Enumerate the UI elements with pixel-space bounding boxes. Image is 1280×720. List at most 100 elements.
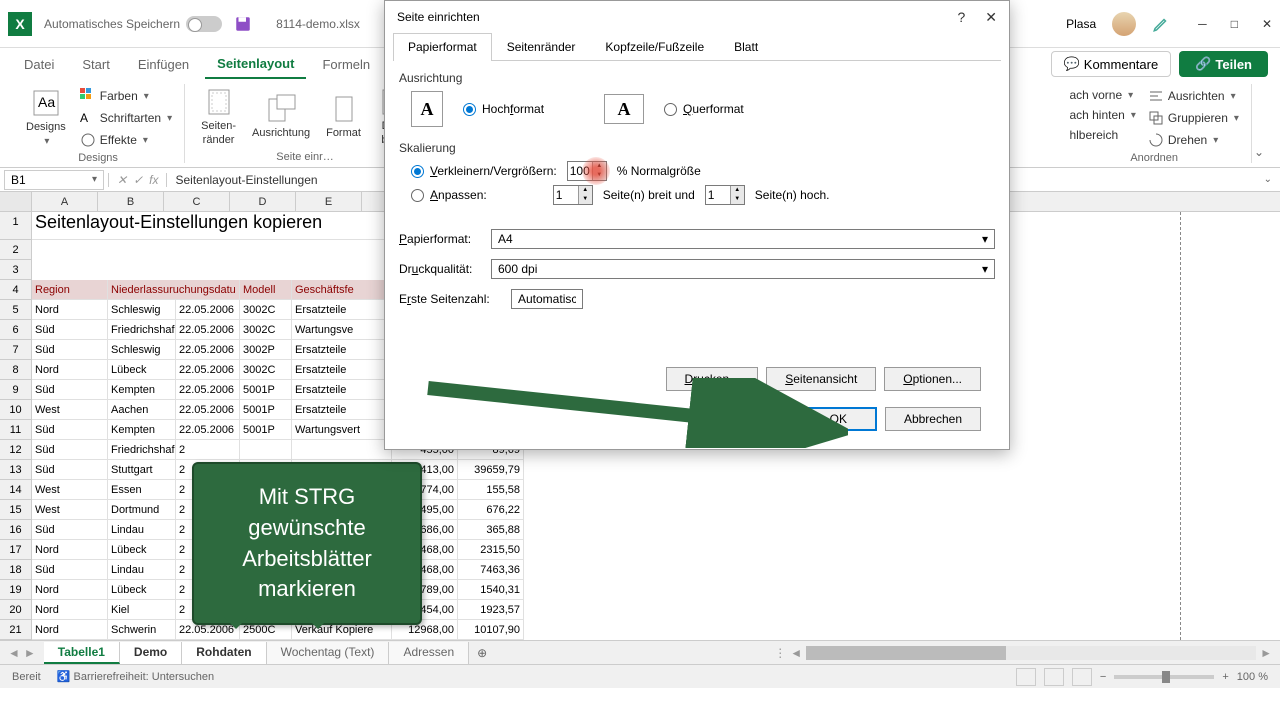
column-header[interactable]: E: [296, 192, 362, 211]
table-cell[interactable]: Süd: [32, 460, 108, 480]
fit-height-spinner[interactable]: 1▲▼: [705, 185, 745, 205]
title-cell[interactable]: Seitenlayout-Einstellungen kopieren: [32, 212, 394, 240]
row-header[interactable]: 21: [0, 620, 32, 640]
table-cell[interactable]: Süd: [32, 320, 108, 340]
table-header-cell[interactable]: Geschäftsfe: [292, 280, 392, 300]
sheet-tab[interactable]: Tabelle1: [44, 642, 120, 664]
table-cell[interactable]: [292, 440, 392, 460]
sheet-tab[interactable]: Adressen: [389, 642, 469, 664]
selection-pane-button[interactable]: hlbereich: [1065, 126, 1139, 144]
row-header[interactable]: 8: [0, 360, 32, 380]
orientation-button[interactable]: Ausrichtung: [246, 84, 316, 149]
avatar[interactable]: [1112, 12, 1136, 36]
autosave-toggle[interactable]: Automatisches Speichern: [44, 16, 222, 32]
table-cell[interactable]: 5001P: [240, 380, 292, 400]
table-cell[interactable]: Schwerin: [108, 620, 176, 640]
table-cell[interactable]: Lübeck: [108, 360, 176, 380]
scale-zoom-radio[interactable]: Verkleinern/Vergrößern:: [411, 164, 557, 178]
table-cell[interactable]: Süd: [32, 440, 108, 460]
zoom-in-button[interactable]: +: [1222, 671, 1228, 683]
ribbon-tab-datei[interactable]: Datei: [12, 51, 66, 78]
dialog-tab[interactable]: Seitenränder: [492, 33, 591, 60]
table-cell[interactable]: Lindau: [108, 520, 176, 540]
table-cell[interactable]: Nord: [32, 360, 108, 380]
options-button[interactable]: Optionen...: [884, 367, 981, 391]
close-icon[interactable]: ✕: [1262, 17, 1272, 31]
table-cell[interactable]: Ersatzteile: [292, 360, 392, 380]
sheet-nav[interactable]: ◄►: [0, 646, 44, 660]
margins-button[interactable]: Seiten- ränder: [195, 84, 242, 149]
table-cell[interactable]: 676,22: [458, 500, 524, 520]
table-cell[interactable]: 5001P: [240, 400, 292, 420]
row-header[interactable]: 16: [0, 520, 32, 540]
table-cell[interactable]: 22.05.2006: [176, 420, 240, 440]
row-header[interactable]: 12: [0, 440, 32, 460]
zoom-slider[interactable]: [1114, 675, 1214, 679]
table-cell[interactable]: 2: [176, 440, 240, 460]
fonts-button[interactable]: ASchriftarten▾: [76, 108, 176, 128]
scale-percent-spinner[interactable]: 100 ▲▼: [567, 161, 607, 181]
table-cell[interactable]: 10107,90: [458, 620, 524, 640]
ribbon-tab-seitenlayout[interactable]: Seitenlayout: [205, 50, 306, 79]
row-header[interactable]: 3: [0, 260, 32, 280]
table-cell[interactable]: Dortmund: [108, 500, 176, 520]
table-cell[interactable]: 22.05.2006: [176, 400, 240, 420]
select-all-corner[interactable]: [0, 192, 32, 211]
pen-icon[interactable]: [1152, 15, 1170, 33]
table-cell[interactable]: 22.05.2006: [176, 340, 240, 360]
scroll-left-icon[interactable]: ◄: [790, 646, 802, 660]
column-header[interactable]: D: [230, 192, 296, 211]
table-cell[interactable]: West: [32, 400, 108, 420]
table-cell[interactable]: 365,88: [458, 520, 524, 540]
column-header[interactable]: B: [98, 192, 164, 211]
table-cell[interactable]: Nord: [32, 580, 108, 600]
row-header[interactable]: 19: [0, 580, 32, 600]
scroll-options-icon[interactable]: ⋮: [774, 646, 786, 660]
row-header[interactable]: 15: [0, 500, 32, 520]
table-cell[interactable]: Nord: [32, 540, 108, 560]
table-cell[interactable]: West: [32, 500, 108, 520]
table-cell[interactable]: Süd: [32, 420, 108, 440]
table-cell[interactable]: Ersatzteile: [292, 380, 392, 400]
table-cell[interactable]: West: [32, 480, 108, 500]
table-cell[interactable]: Nord: [32, 600, 108, 620]
table-cell[interactable]: 1540,31: [458, 580, 524, 600]
column-header[interactable]: C: [164, 192, 230, 211]
expand-formula-icon[interactable]: ⌄: [1256, 174, 1280, 185]
table-cell[interactable]: Kiel: [108, 600, 176, 620]
first-page-input[interactable]: [511, 289, 583, 309]
zoom-value[interactable]: 100 %: [1237, 671, 1268, 683]
table-cell[interactable]: 1923,57: [458, 600, 524, 620]
fit-to-radio[interactable]: Anpassen:: [411, 188, 487, 202]
horizontal-scrollbar[interactable]: [806, 646, 1256, 660]
normal-view-button[interactable]: [1016, 668, 1036, 686]
name-box[interactable]: B1▾: [4, 170, 104, 190]
accessibility-status[interactable]: ♿ Barrierefreiheit: Untersuchen: [57, 670, 214, 683]
table-cell[interactable]: 3002P: [240, 340, 292, 360]
zoom-out-button[interactable]: −: [1100, 671, 1106, 683]
table-cell[interactable]: 22.05.2006: [176, 360, 240, 380]
table-cell[interactable]: Ersatzteile: [292, 400, 392, 420]
rotate-button[interactable]: Drehen▾: [1144, 130, 1243, 150]
close-icon[interactable]: ✕: [985, 9, 997, 26]
table-cell[interactable]: 22.05.2006: [176, 380, 240, 400]
table-cell[interactable]: Friedrichshaf: [108, 440, 176, 460]
table-cell[interactable]: Nord: [32, 620, 108, 640]
fit-width-spinner[interactable]: 1▲▼: [553, 185, 593, 205]
sheet-tab[interactable]: Demo: [120, 642, 182, 664]
table-cell[interactable]: [240, 440, 292, 460]
maximize-icon[interactable]: □: [1231, 17, 1238, 31]
row-header[interactable]: 14: [0, 480, 32, 500]
formula-controls[interactable]: ✕✓fx: [108, 173, 167, 187]
table-cell[interactable]: Lindau: [108, 560, 176, 580]
table-cell[interactable]: Süd: [32, 340, 108, 360]
table-cell[interactable]: 7463,36: [458, 560, 524, 580]
effects-button[interactable]: Effekte▾: [76, 130, 176, 150]
table-cell[interactable]: Essen: [108, 480, 176, 500]
sheet-tab[interactable]: Rohdaten: [182, 642, 266, 664]
table-cell[interactable]: Aachen: [108, 400, 176, 420]
table-cell[interactable]: 22.05.2006: [176, 320, 240, 340]
comments-button[interactable]: 💬 Kommentare: [1051, 51, 1172, 77]
table-cell[interactable]: 155,58: [458, 480, 524, 500]
minimize-icon[interactable]: ─: [1198, 17, 1207, 31]
